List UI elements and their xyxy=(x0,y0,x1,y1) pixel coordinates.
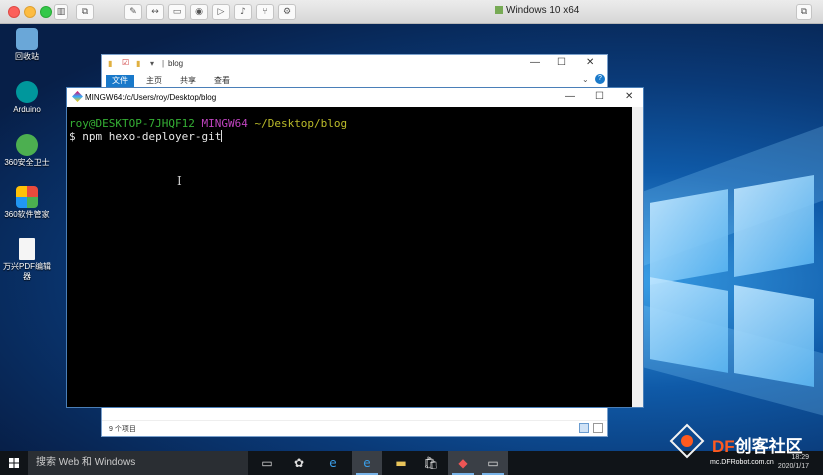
desktop-icon-recycle-bin[interactable]: 回收站 xyxy=(2,28,52,62)
mingw64-terminal-window[interactable]: MINGW64:/c/Users/roy/Desktop/blog — ☐ ✕ … xyxy=(66,87,644,408)
store-icon[interactable]: 🛍 xyxy=(416,451,446,475)
prompt-symbol: $ xyxy=(69,130,76,143)
item-count: 9 个项目 xyxy=(109,426,136,433)
minimize-button[interactable]: — xyxy=(565,91,575,102)
edge-browser-icon[interactable]: e xyxy=(352,451,382,475)
folder-icon: ▮ xyxy=(108,59,113,68)
prompt-line: roy@DESKTOP-7JHQF12 MINGW64 ~/Desktop/bl… xyxy=(69,117,631,130)
maximize-button[interactable]: ☐ xyxy=(595,91,604,102)
usb-icon[interactable]: ⑂ xyxy=(256,4,274,20)
close-button[interactable]: ✕ xyxy=(625,91,633,102)
command-line[interactable]: $ npm hexo-deployer-git xyxy=(69,130,631,143)
user-host: roy@DESKTOP-7JHQF12 xyxy=(69,117,195,130)
pinwheel-app-icon[interactable]: ✿ xyxy=(284,451,314,475)
minimize-window-button[interactable] xyxy=(24,6,36,18)
snapshot-icon[interactable]: ⧉ xyxy=(76,4,94,20)
close-window-button[interactable] xyxy=(8,6,20,18)
recycle-bin-icon xyxy=(16,28,38,50)
logo-pane xyxy=(734,284,814,388)
search-box[interactable]: 搜索 Web 和 Windows xyxy=(28,451,248,475)
terminal-output[interactable]: roy@DESKTOP-7JHQF12 MINGW64 ~/Desktop/bl… xyxy=(67,107,632,407)
terminal-scrollbar[interactable] xyxy=(632,107,643,407)
details-view-icon[interactable] xyxy=(579,423,589,433)
desktop-icon-arduino[interactable]: Arduino xyxy=(2,81,52,115)
tab-home[interactable]: 主页 xyxy=(146,75,162,87)
typed-command[interactable]: npm hexo-deployer-git xyxy=(82,130,221,143)
tab-file[interactable]: 文件 xyxy=(106,75,134,87)
logo-pane xyxy=(650,277,728,373)
terminal-taskbar-icon[interactable]: ▭ xyxy=(478,451,508,475)
vm-host-toolbar: ▥ ⧉ ✎ ↔ ▭ ◉ ▷ ♪ ⑂ ⚙ Windows 10 x64 ⧉ xyxy=(0,0,823,24)
explorer-title: blog xyxy=(168,59,184,68)
wrench-icon[interactable]: ✎ xyxy=(124,4,142,20)
terminal-titlebar: MINGW64:/c/Users/roy/Desktop/blog — ☐ ✕ xyxy=(67,88,643,107)
help-icon[interactable]: ? xyxy=(595,74,605,84)
explorer-ribbon-tabs: 文件 主页 共享 查看 ⌄ ? xyxy=(102,73,607,87)
dfrobot-gear-icon xyxy=(669,423,705,459)
title-separator: | xyxy=(162,59,165,68)
start-button[interactable] xyxy=(0,451,28,475)
gear-icon[interactable]: ⚙ xyxy=(278,4,296,20)
ibeam-cursor-icon: I xyxy=(177,174,182,188)
git-bash-taskbar-icon[interactable]: ◆ xyxy=(448,451,478,475)
pdf-editor-icon xyxy=(19,238,35,260)
large-icons-view-icon[interactable] xyxy=(593,423,603,433)
hdd-icon[interactable]: ▭ xyxy=(168,4,186,20)
desktop-icon-pdf-editor[interactable]: 万兴PDF编辑器 xyxy=(2,238,52,282)
arduino-icon xyxy=(16,81,38,103)
new-folder-icon[interactable]: ▮ xyxy=(136,59,140,68)
watermark-brand: DF创客社区 xyxy=(712,437,803,456)
desktop-icon-360-software[interactable]: 360软件管家 xyxy=(2,186,52,220)
user-icon[interactable]: ◉ xyxy=(190,4,208,20)
vm-icon xyxy=(495,6,503,15)
quick-access-icon[interactable]: ☑ xyxy=(122,58,129,67)
tab-share[interactable]: 共享 xyxy=(180,75,196,87)
msys-env: MINGW64 xyxy=(201,117,248,130)
chevron-down-icon[interactable]: ▾ xyxy=(150,59,154,68)
git-bash-icon xyxy=(72,91,83,102)
windows-logo-wallpaper xyxy=(650,174,815,388)
terminal-title: MINGW64:/c/Users/roy/Desktop/blog xyxy=(85,93,217,102)
task-view-icon[interactable]: ▭ xyxy=(252,451,282,475)
explorer-status-bar: 9 个项目 xyxy=(102,420,607,436)
minimize-button[interactable]: — xyxy=(530,57,540,68)
close-button[interactable]: ✕ xyxy=(586,57,594,68)
watermark-url: mc.DFRobot.com.cn xyxy=(710,459,774,466)
logo-pane xyxy=(650,189,728,285)
file-explorer-taskbar-icon[interactable]: ▬ xyxy=(386,451,416,475)
resize-icon[interactable]: ↔ xyxy=(146,4,164,20)
window-restore-icon[interactable]: ⧉ xyxy=(796,4,812,20)
desktop-icon-360-security[interactable]: 360安全卫士 xyxy=(2,134,52,168)
ribbon-collapse-icon[interactable]: ⌄ xyxy=(582,75,589,84)
fullscreen-window-button[interactable] xyxy=(40,6,52,18)
360-security-icon xyxy=(16,134,38,156)
logo-pane xyxy=(734,174,814,278)
text-cursor xyxy=(221,130,223,142)
maximize-button[interactable]: ☐ xyxy=(557,57,566,68)
vm-title: Windows 10 x64 xyxy=(495,5,579,16)
tab-view[interactable]: 查看 xyxy=(214,75,230,87)
sound-icon[interactable]: ♪ xyxy=(234,4,252,20)
sidebar-icon[interactable]: ▥ xyxy=(54,4,68,20)
clock-date: 2020/1/17 xyxy=(777,463,809,470)
video-icon[interactable]: ▷ xyxy=(212,4,230,20)
360-software-icon xyxy=(16,186,38,208)
current-directory: ~/Desktop/blog xyxy=(254,117,348,130)
windows-start-icon xyxy=(9,458,19,468)
explorer-titlebar: ▮ ☑ ▮ ▾ | blog — ☐ ✕ xyxy=(102,55,607,73)
ie-browser-icon[interactable]: e xyxy=(318,451,348,475)
